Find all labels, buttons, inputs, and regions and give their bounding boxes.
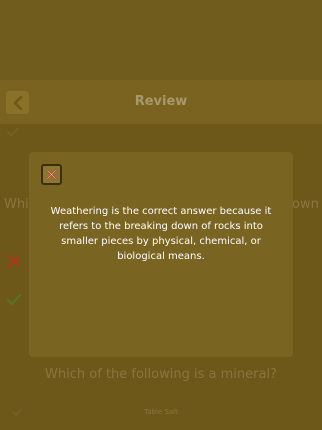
close-icon bbox=[46, 169, 57, 180]
explanation-dialog: Weathering is the correct answer because… bbox=[29, 152, 293, 357]
close-button[interactable] bbox=[41, 164, 62, 185]
explanation-text: Weathering is the correct answer because… bbox=[50, 206, 272, 262]
